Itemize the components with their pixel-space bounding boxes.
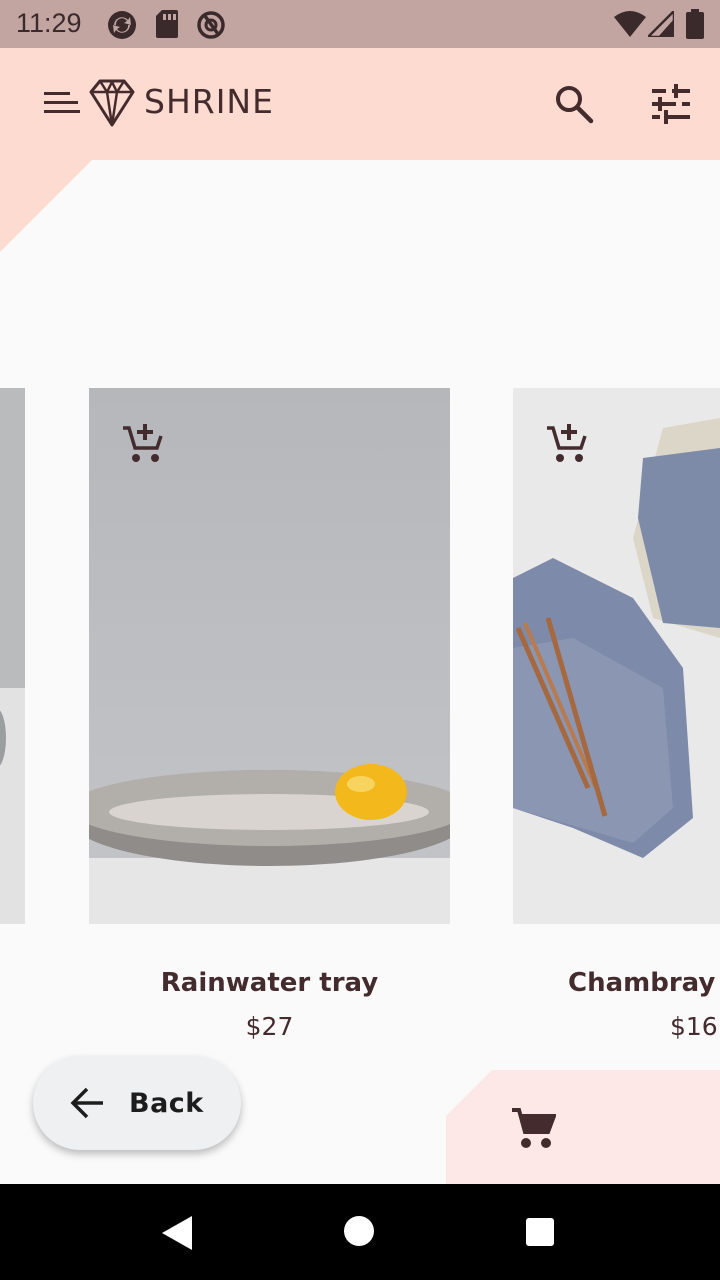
backdrop-corner: [0, 160, 92, 252]
arrow-back-icon: [70, 1087, 103, 1119]
back-label: Back: [129, 1088, 204, 1119]
product-photo: [513, 388, 720, 924]
wifi-icon: [614, 11, 646, 37]
at-sign-icon: [197, 11, 225, 39]
battery-icon: [686, 9, 704, 39]
cart-tab[interactable]: [446, 1070, 720, 1184]
product-image-rainwater-tray[interactable]: [89, 388, 450, 924]
sd-card-icon: [156, 10, 178, 38]
product-price: $27: [245, 1012, 294, 1041]
add-to-cart-icon[interactable]: [547, 422, 589, 464]
app-title: SHRINE: [144, 82, 274, 121]
shrine-logo-icon: [89, 79, 135, 127]
nav-recents-icon[interactable]: [526, 1218, 554, 1246]
menu-icon[interactable]: [44, 90, 82, 118]
back-button[interactable]: Back: [33, 1056, 241, 1150]
signal-icon: [648, 11, 674, 37]
shopping-cart-icon[interactable]: [512, 1106, 556, 1150]
status-time: 11:29: [16, 8, 82, 38]
tune-icon[interactable]: [650, 84, 692, 124]
search-icon[interactable]: [554, 84, 594, 124]
product-photo: [0, 388, 25, 924]
product-image-chambray[interactable]: [513, 388, 720, 924]
product-photo: [89, 388, 450, 924]
sync-icon: [108, 11, 136, 39]
nav-back-icon[interactable]: [162, 1216, 194, 1250]
product-price: $16: [670, 1012, 718, 1041]
product-image-partial[interactable]: [0, 388, 25, 924]
status-bar: 11:29: [0, 0, 720, 48]
product-name: Rainwater tray: [160, 968, 379, 998]
product-name: Chambray r: [568, 968, 720, 998]
nav-home-icon[interactable]: [344, 1216, 374, 1246]
add-to-cart-icon[interactable]: [123, 422, 165, 464]
app-bar: SHRINE: [0, 48, 720, 160]
